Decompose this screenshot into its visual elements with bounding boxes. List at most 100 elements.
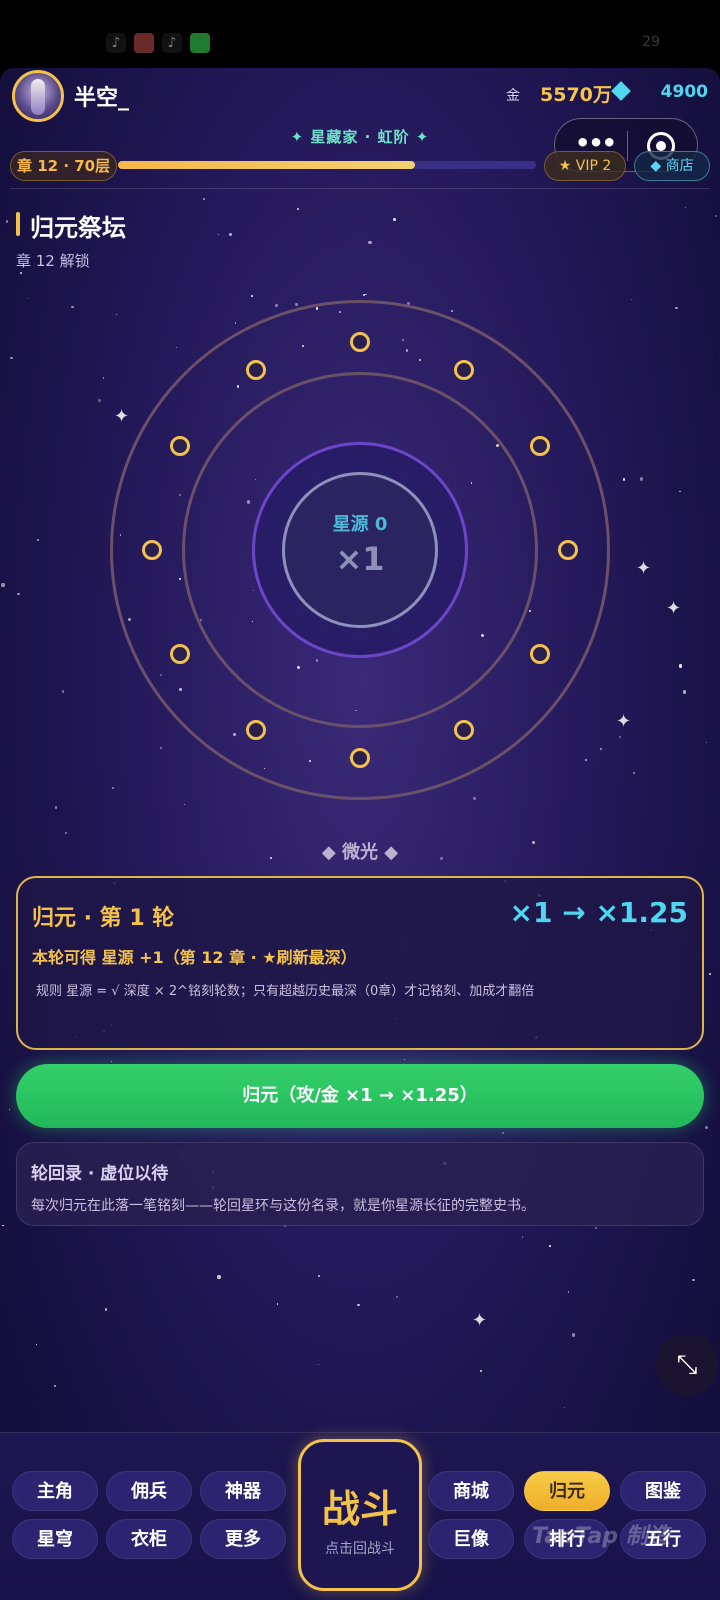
engraving-node: [454, 720, 474, 741]
star: [276, 1303, 279, 1306]
nav-mall[interactable]: 商城: [428, 1471, 514, 1511]
star: [714, 215, 717, 218]
round-gain: 本轮可得 星源 +1（第 12 章 · ★刷新最深）: [32, 948, 357, 967]
star: [17, 592, 20, 596]
star: [37, 539, 40, 542]
star: [362, 293, 365, 296]
nav-ascension[interactable]: 归元: [524, 1471, 610, 1511]
star: [548, 1245, 551, 1247]
chapter-progress-bar: [118, 161, 536, 169]
star: [217, 233, 220, 236]
header-divider: [10, 188, 710, 189]
star: [501, 1132, 504, 1135]
ascend-button[interactable]: 归元（攻/金 ×1 → ×1.25）: [16, 1064, 704, 1128]
record-title: 轮回录 · 虚位以待: [31, 1164, 169, 1184]
diamond-icon: [611, 81, 631, 101]
star: [675, 307, 678, 310]
star: [54, 1384, 57, 1387]
section-subtitle: 章 12 解锁: [16, 252, 90, 270]
sparkle-star: ✦: [666, 598, 682, 619]
round-title: 归元 · 第 1 轮: [32, 906, 175, 931]
game-screen: ✦ ✦ ✦ ✦ ✦ 半空_ 金 5570万 4900 ✦ 星藏家 · 虹阶 ✦ ••• …: [0, 68, 720, 1600]
vip-badge[interactable]: ★ VIP 2: [544, 151, 626, 181]
star: [26, 297, 29, 300]
section-accent-bar: [16, 212, 20, 236]
star: [104, 1308, 108, 1311]
gold-label: 金: [506, 88, 520, 104]
star: [639, 477, 644, 481]
gem-value: 4900: [660, 82, 708, 102]
star: [71, 305, 74, 309]
star: [110, 1060, 112, 1062]
app-notification-icon: [134, 33, 154, 53]
round-multiplier: ×1 → ×1.25: [509, 896, 688, 929]
gold-value: 5570万: [540, 84, 612, 106]
record-description: 每次归元在此落一笔铭刻——轮回星环与这份名录，就是你星源长征的完整史书。: [31, 1198, 535, 1214]
chapter-badge: 章 12 · 70层: [10, 151, 118, 181]
star: [64, 831, 67, 834]
sparkle-star: ✦: [616, 711, 632, 732]
username: 半空_: [74, 86, 130, 111]
sparkle-star: ✦: [472, 1310, 488, 1331]
star: [102, 377, 105, 379]
battle-button[interactable]: 战斗 点击回战斗: [298, 1439, 422, 1591]
star: [396, 1296, 399, 1299]
star: [357, 1303, 360, 1307]
tiktok-icon: ♪: [162, 33, 182, 53]
engraving-node: [246, 359, 266, 380]
star: [318, 1363, 320, 1366]
status-bar: ♪ ♪ 29: [0, 0, 720, 68]
nav-codex[interactable]: 图鉴: [620, 1471, 706, 1511]
tiktok-icon: ♪: [106, 33, 126, 53]
star: [480, 1370, 483, 1373]
reincarnation-record-card: 轮回录 · 虚位以待 每次归元在此落一笔铭刻——轮回星环与这份名录，就是你星源长…: [16, 1142, 704, 1226]
star: [563, 1407, 565, 1409]
engraving-node: [246, 720, 266, 741]
nav-artifact[interactable]: 神器: [200, 1471, 286, 1511]
wechat-icon: [190, 33, 210, 53]
star: [679, 490, 681, 493]
nav-mercenary[interactable]: 佣兵: [106, 1471, 192, 1511]
star: [54, 806, 58, 809]
round-info-card: 归元 · 第 1 轮 ×1 → ×1.25 本轮可得 星源 +1（第 12 章 …: [16, 876, 704, 1050]
star: [19, 271, 22, 274]
battle-label: 战斗: [321, 1487, 398, 1531]
star: [704, 1125, 708, 1129]
star: [1, 583, 5, 587]
star: [594, 1226, 598, 1230]
star: [229, 233, 232, 237]
engraving-node: [169, 644, 190, 664]
star: [365, 293, 368, 296]
star: [250, 295, 253, 298]
star-source-label: 星源 0: [332, 514, 388, 535]
star: [5, 220, 9, 223]
star: [61, 690, 65, 693]
star: [97, 398, 101, 402]
engraving-node: [169, 436, 190, 456]
star: [521, 1236, 523, 1238]
engraving-node: [350, 332, 370, 352]
battle-sublabel: 点击回战斗: [325, 1541, 395, 1557]
star: [678, 664, 682, 668]
nav-colossus[interactable]: 巨像: [428, 1519, 514, 1559]
star: [618, 736, 621, 739]
nav-more[interactable]: 更多: [200, 1519, 286, 1559]
star: [203, 198, 206, 201]
star: [682, 690, 687, 694]
taptap-watermark: TapTap 制造: [532, 1524, 670, 1549]
star: [684, 206, 687, 209]
bottom-nav: 主角 佣兵 神器 星穹 衣柜 更多 战斗 点击回战斗 商城 归元 图鉴 巨像 排…: [0, 1432, 720, 1600]
collapse-button[interactable]: ⤡: [656, 1334, 718, 1396]
chapter-progress-fill: [118, 161, 415, 169]
star: [692, 1278, 695, 1281]
nav-starsky[interactable]: 星穹: [12, 1519, 98, 1559]
star: [567, 1291, 570, 1293]
star: [571, 1333, 576, 1337]
nav-hero[interactable]: 主角: [12, 1471, 98, 1511]
shop-button[interactable]: ◆ 商店: [634, 151, 710, 181]
round-rule: 规则 星源 = √ 深度 × 2^铭刻轮数；只有超越历史最深（0章）才记铭刻、加…: [36, 984, 535, 999]
avatar[interactable]: [12, 70, 64, 122]
nav-wardrobe[interactable]: 衣柜: [106, 1519, 192, 1559]
ascension-altar: 星源 0 ×1: [110, 300, 610, 800]
star: [183, 803, 185, 806]
